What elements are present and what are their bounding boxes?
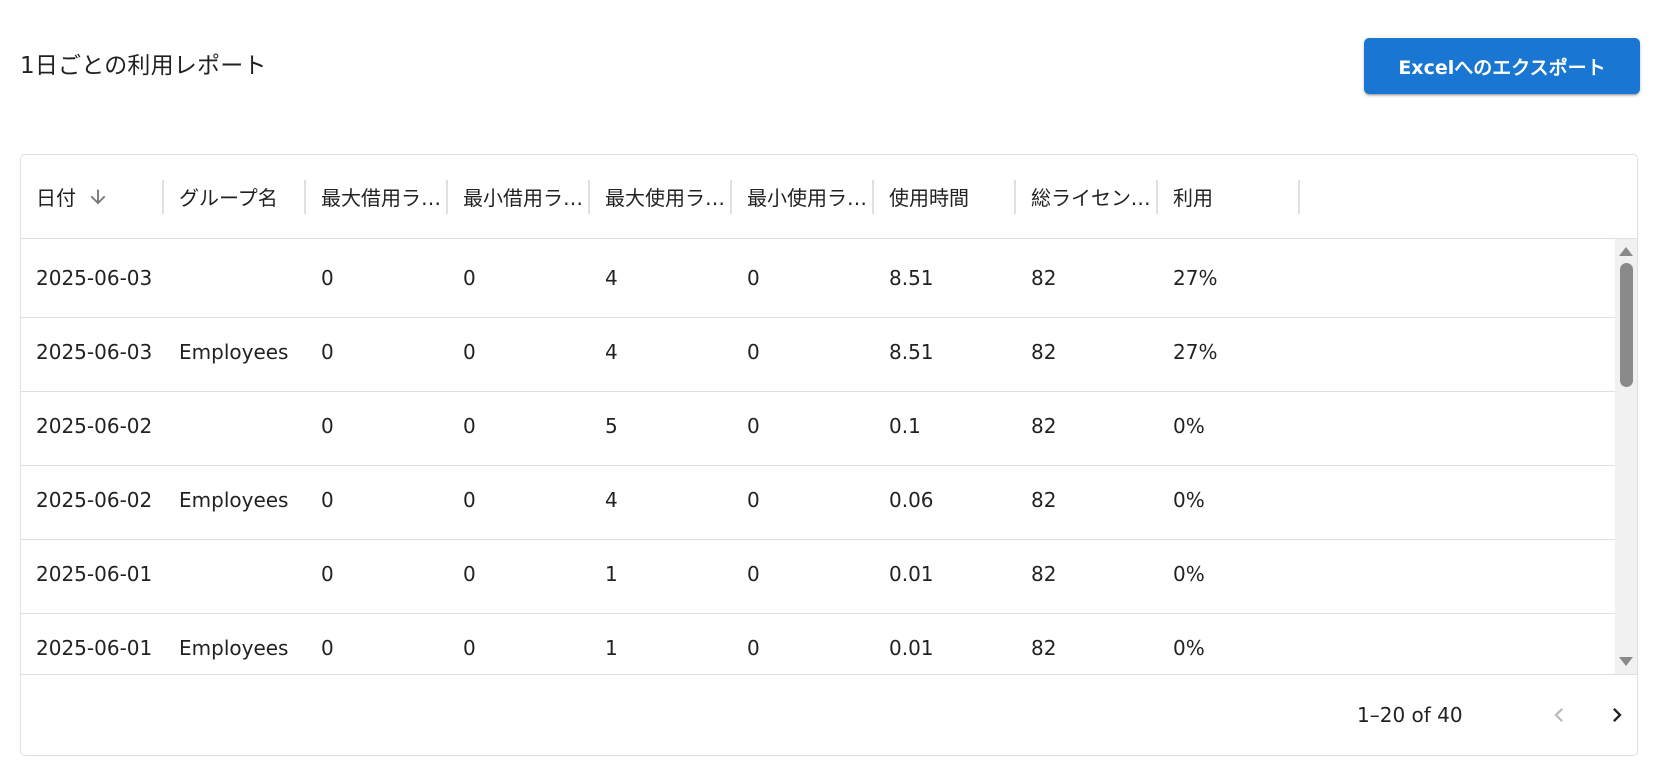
cell-max-used[interactable]: 5 [590, 387, 732, 465]
cell-date[interactable]: 2025-06-03 [21, 239, 164, 317]
arrow-down-icon[interactable] [86, 185, 110, 209]
cell-max-borrow[interactable]: 0 [306, 387, 448, 465]
column-header-hours[interactable]: 使用時間 [874, 155, 1016, 238]
vertical-scrollbar[interactable] [1615, 239, 1637, 674]
cell-min-used[interactable]: 0 [732, 461, 874, 539]
cell-hours[interactable]: 0.06 [874, 461, 1016, 539]
cell-min-used[interactable]: 0 [732, 535, 874, 613]
cell-date[interactable]: 2025-06-01 [21, 535, 164, 613]
scroll-up-arrow-icon[interactable] [1619, 247, 1633, 256]
table-row[interactable]: 2025-06-03 0 0 4 0 8.51 82 27% [21, 239, 1615, 318]
grid-header: 日付 グループ名 最大借用ライセンス 最小借用ライセンス 最大使用ライセンス 最… [21, 155, 1637, 239]
grid-body: 2025-06-03 0 0 4 0 8.51 82 27% 2025-06-0… [21, 239, 1637, 674]
cell-total[interactable]: 82 [1016, 239, 1158, 317]
cell-usage[interactable]: 27% [1158, 239, 1300, 317]
cell-usage[interactable]: 0% [1158, 609, 1300, 674]
cell-total[interactable]: 82 [1016, 461, 1158, 539]
cell-total[interactable]: 82 [1016, 387, 1158, 465]
cell-max-used[interactable]: 4 [590, 313, 732, 391]
cell-max-used[interactable]: 4 [590, 239, 732, 317]
next-page-button[interactable] [1593, 691, 1637, 739]
cell-max-borrow[interactable]: 0 [306, 239, 448, 317]
table-row[interactable]: 2025-06-02 0 0 5 0 0.1 82 0% [21, 387, 1615, 466]
cell-group[interactable]: Employees [164, 609, 306, 674]
column-header-label: 最大借用ライセンス [321, 186, 448, 210]
column-header-label: 利用 [1173, 186, 1213, 210]
cell-usage[interactable]: 0% [1158, 461, 1300, 539]
column-header-group[interactable]: グループ名 [164, 155, 306, 238]
column-separator[interactable] [1298, 180, 1300, 214]
cell-min-borrow[interactable]: 0 [448, 313, 590, 391]
column-header-total[interactable]: 総ライセンス数 [1016, 155, 1158, 238]
cell-max-used[interactable]: 1 [590, 609, 732, 674]
cell-total[interactable]: 82 [1016, 609, 1158, 674]
cell-usage[interactable]: 27% [1158, 313, 1300, 391]
cell-hours[interactable]: 8.51 [874, 313, 1016, 391]
column-header-label: 最小使用ライセンス [747, 186, 874, 210]
page-title: 1日ごとの利用レポート [20, 53, 267, 79]
cell-date[interactable]: 2025-06-01 [21, 609, 164, 674]
cell-total[interactable]: 82 [1016, 313, 1158, 391]
cell-min-borrow[interactable]: 0 [448, 387, 590, 465]
table-row[interactable]: 2025-06-03 Employees 0 0 4 0 8.51 82 27% [21, 313, 1615, 392]
cell-hours[interactable]: 0.01 [874, 609, 1016, 674]
cell-group[interactable] [164, 535, 306, 613]
cell-max-used[interactable]: 4 [590, 461, 732, 539]
column-header-date[interactable]: 日付 [21, 155, 164, 238]
cell-min-used[interactable]: 0 [732, 609, 874, 674]
column-header-label: 総ライセンス数 [1031, 186, 1158, 210]
cell-group[interactable]: Employees [164, 313, 306, 391]
column-header-label: 日付 [36, 186, 76, 210]
scrollbar-thumb[interactable] [1620, 263, 1633, 387]
cell-max-used[interactable]: 1 [590, 535, 732, 613]
table-row[interactable]: 2025-06-01 Employees 0 0 1 0 0.01 82 0% [21, 609, 1615, 674]
cell-group[interactable]: Employees [164, 461, 306, 539]
previous-page-button[interactable] [1535, 691, 1583, 739]
cell-max-borrow[interactable]: 0 [306, 461, 448, 539]
grid-footer: 1–20 of 40 [21, 674, 1637, 755]
cell-hours[interactable]: 0.01 [874, 535, 1016, 613]
column-header-usage[interactable]: 利用 [1158, 155, 1300, 238]
cell-hours[interactable]: 8.51 [874, 239, 1016, 317]
cell-max-borrow[interactable]: 0 [306, 609, 448, 674]
cell-total[interactable]: 82 [1016, 535, 1158, 613]
cell-min-borrow[interactable]: 0 [448, 461, 590, 539]
table-row[interactable]: 2025-06-02 Employees 0 0 4 0 0.06 82 0% [21, 461, 1615, 540]
cell-max-borrow[interactable]: 0 [306, 535, 448, 613]
chevron-left-icon [1554, 708, 1563, 722]
data-grid: 日付 グループ名 最大借用ライセンス 最小借用ライセンス 最大使用ライセンス 最… [20, 154, 1638, 756]
cell-date[interactable]: 2025-06-02 [21, 387, 164, 465]
column-header-label: グループ名 [179, 186, 278, 210]
column-header-max-borrow[interactable]: 最大借用ライセンス [306, 155, 448, 238]
cell-usage[interactable]: 0% [1158, 535, 1300, 613]
cell-date[interactable]: 2025-06-02 [21, 461, 164, 539]
column-header-label: 使用時間 [889, 186, 969, 210]
export-excel-button[interactable]: Excelへのエクスポート [1364, 38, 1640, 94]
cell-min-used[interactable]: 0 [732, 387, 874, 465]
scroll-down-arrow-icon[interactable] [1619, 657, 1633, 666]
cell-usage[interactable]: 0% [1158, 387, 1300, 465]
pagination-range: 1–20 of 40 [1357, 703, 1463, 727]
column-header-max-used[interactable]: 最大使用ライセンス [590, 155, 732, 238]
table-row[interactable]: 2025-06-01 0 0 1 0 0.01 82 0% [21, 535, 1615, 614]
cell-group[interactable] [164, 239, 306, 317]
cell-min-borrow[interactable]: 0 [448, 239, 590, 317]
column-header-label: 最小借用ライセンス [463, 186, 590, 210]
cell-min-borrow[interactable]: 0 [448, 609, 590, 674]
cell-hours[interactable]: 0.1 [874, 387, 1016, 465]
cell-max-borrow[interactable]: 0 [306, 313, 448, 391]
cell-group[interactable] [164, 387, 306, 465]
column-header-label: 最大使用ライセンス [605, 186, 732, 210]
column-header-min-used[interactable]: 最小使用ライセンス [732, 155, 874, 238]
column-header-min-borrow[interactable]: 最小借用ライセンス [448, 155, 590, 238]
cell-date[interactable]: 2025-06-03 [21, 313, 164, 391]
cell-min-used[interactable]: 0 [732, 239, 874, 317]
cell-min-borrow[interactable]: 0 [448, 535, 590, 613]
chevron-right-icon [1613, 708, 1622, 722]
cell-min-used[interactable]: 0 [732, 313, 874, 391]
